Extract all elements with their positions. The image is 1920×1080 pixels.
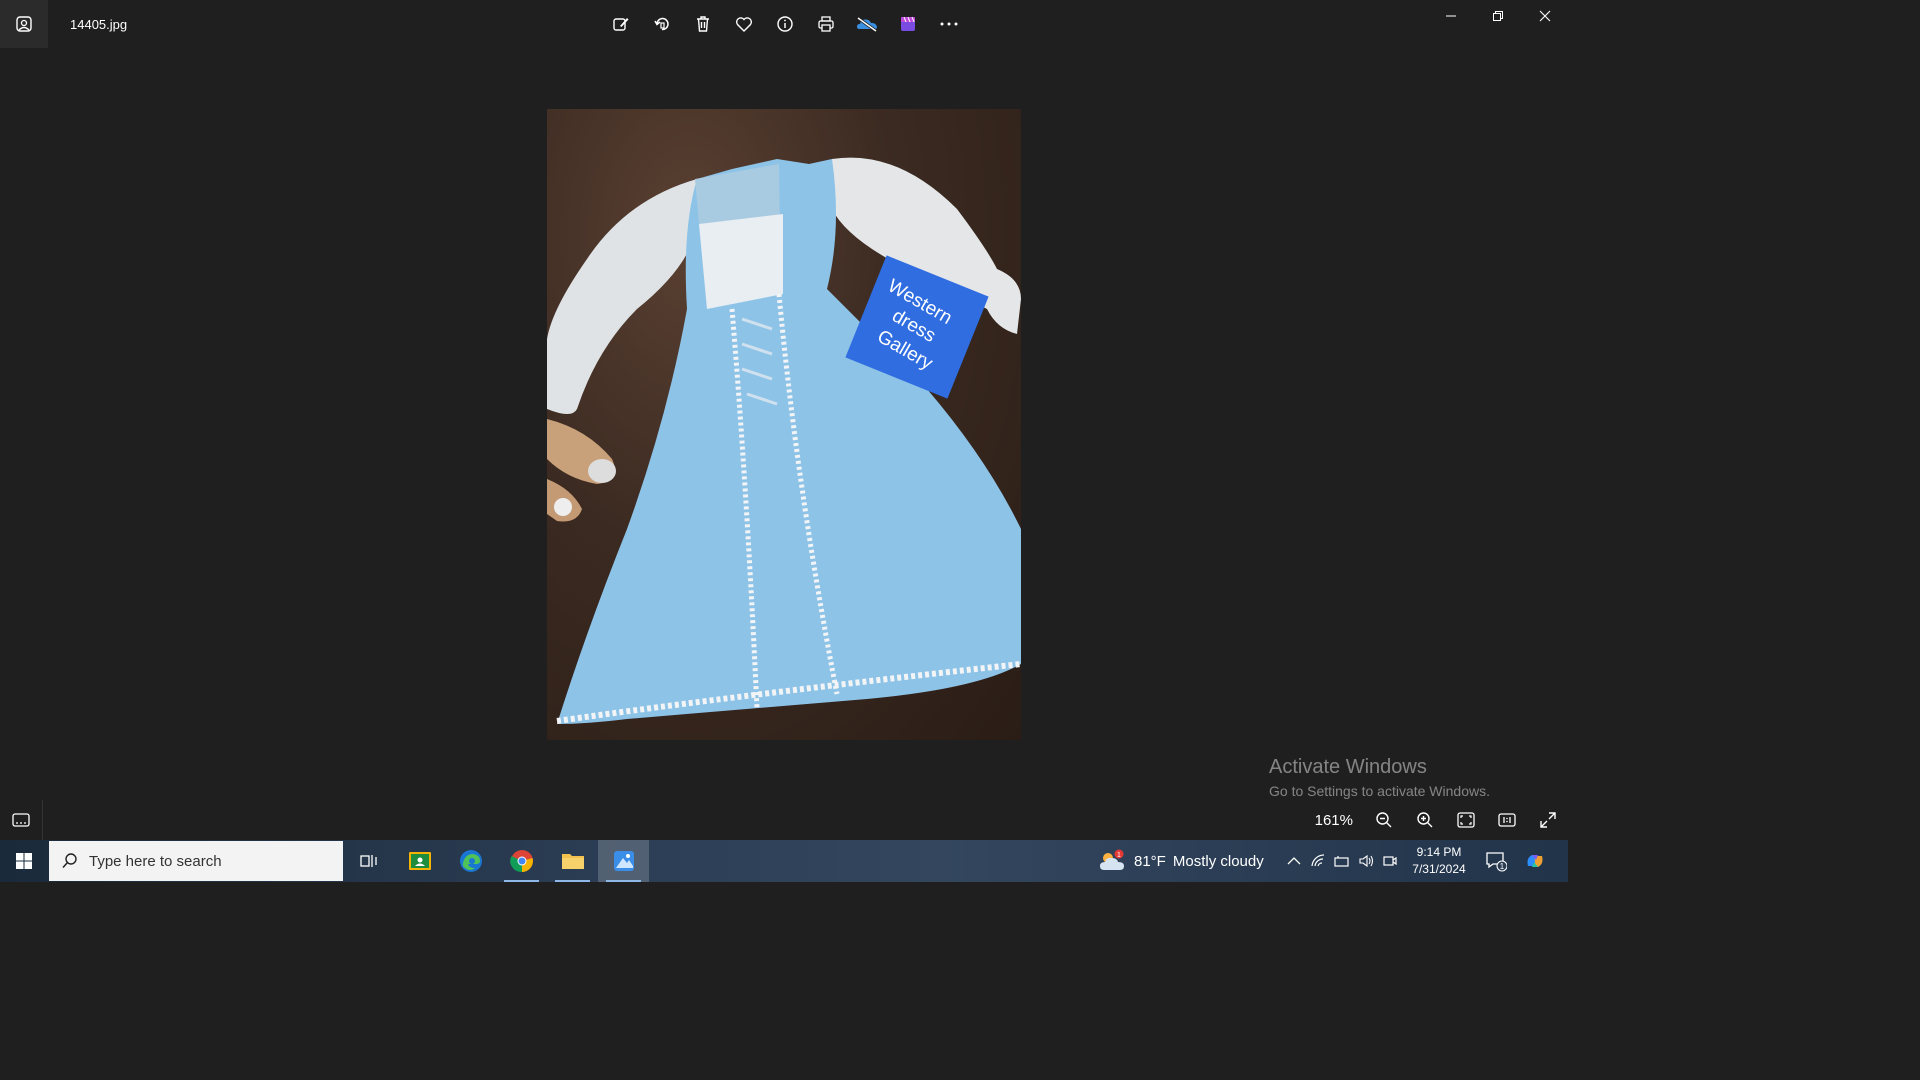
copilot-icon[interactable] [1518,840,1552,882]
delete-icon[interactable] [682,6,723,42]
window-controls [1427,0,1568,32]
bottom-bar: 161% [0,800,1568,840]
onedrive-icon[interactable] [846,6,887,42]
taskbar: Type here to search 1 81°F Mostly cloudy [0,840,1568,882]
zoom-in-icon[interactable] [1404,800,1445,840]
clipchamp-icon[interactable] [887,6,928,42]
edit-image-icon[interactable] [600,6,641,42]
google-classroom-icon[interactable] [394,840,445,882]
print-icon[interactable] [805,6,846,42]
more-icon[interactable] [928,6,969,42]
open-app-indicator [555,880,590,882]
search-icon [62,853,77,869]
task-view-icon[interactable] [343,840,394,882]
taskbar-apps [343,840,649,882]
photos-app-window: 14405.jpg Western dress Gallery Activate… [0,0,1568,840]
notification-count: 1 [1500,862,1505,871]
file-name: 14405.jpg [70,17,128,32]
actual-size-icon[interactable] [1486,800,1527,840]
chrome-browser-icon[interactable] [496,840,547,882]
clock-time: 9:14 PM [1416,845,1462,859]
activate-windows-watermark: Activate Windows Go to Settings to activ… [1269,756,1490,799]
cloudy-weather-icon: 1 [1100,849,1124,870]
photos-app-icon[interactable] [0,0,48,48]
zoom-controls: 161% [1315,800,1568,840]
windows-start-icon[interactable] [0,840,48,882]
minimize-icon[interactable] [1427,0,1474,32]
displayed-photo: Western dress Gallery [547,109,1021,740]
file-explorer-icon[interactable] [547,840,598,882]
clock-date: 7/31/2024 [1412,862,1466,876]
image-toolbar [600,6,969,42]
watermark-subtitle: Go to Settings to activate Windows. [1269,783,1490,799]
open-app-indicator [606,880,641,882]
close-icon[interactable] [1521,0,1568,32]
system-clock[interactable]: 9:14 PM 7/31/2024 [1404,844,1474,878]
zoom-level[interactable]: 161% [1315,812,1353,829]
chevron-up-icon[interactable] [1282,840,1306,882]
photos-app-taskbar-icon[interactable] [598,840,649,882]
edge-browser-icon[interactable] [445,840,496,882]
meet-now-icon[interactable] [1378,840,1402,882]
battery-icon[interactable] [1330,840,1354,882]
notifications-icon[interactable]: 1 [1480,840,1512,882]
fit-to-window-icon[interactable] [1445,800,1486,840]
weather-temperature: 81°F [1134,852,1166,870]
fullscreen-icon[interactable] [1527,800,1568,840]
title-bar: 14405.jpg [0,0,1568,48]
search-placeholder: Type here to search [89,852,222,870]
info-icon[interactable] [764,6,805,42]
favorite-icon[interactable] [723,6,764,42]
weather-description: Mostly cloudy [1172,852,1264,870]
system-tray [1282,840,1402,882]
restore-icon[interactable] [1474,0,1521,32]
rotate-icon[interactable] [641,6,682,42]
weather-widget[interactable]: 1 81°F Mostly cloudy [1098,840,1264,882]
open-app-indicator [504,880,539,882]
taskbar-search-box[interactable]: Type here to search [49,841,343,881]
volume-icon[interactable] [1354,840,1378,882]
zoom-out-icon[interactable] [1363,800,1404,840]
filmstrip-icon[interactable] [0,800,43,840]
watermark-title: Activate Windows [1269,756,1427,778]
wifi-icon[interactable] [1306,840,1330,882]
weather-alert-badge: 1 [1117,852,1121,859]
